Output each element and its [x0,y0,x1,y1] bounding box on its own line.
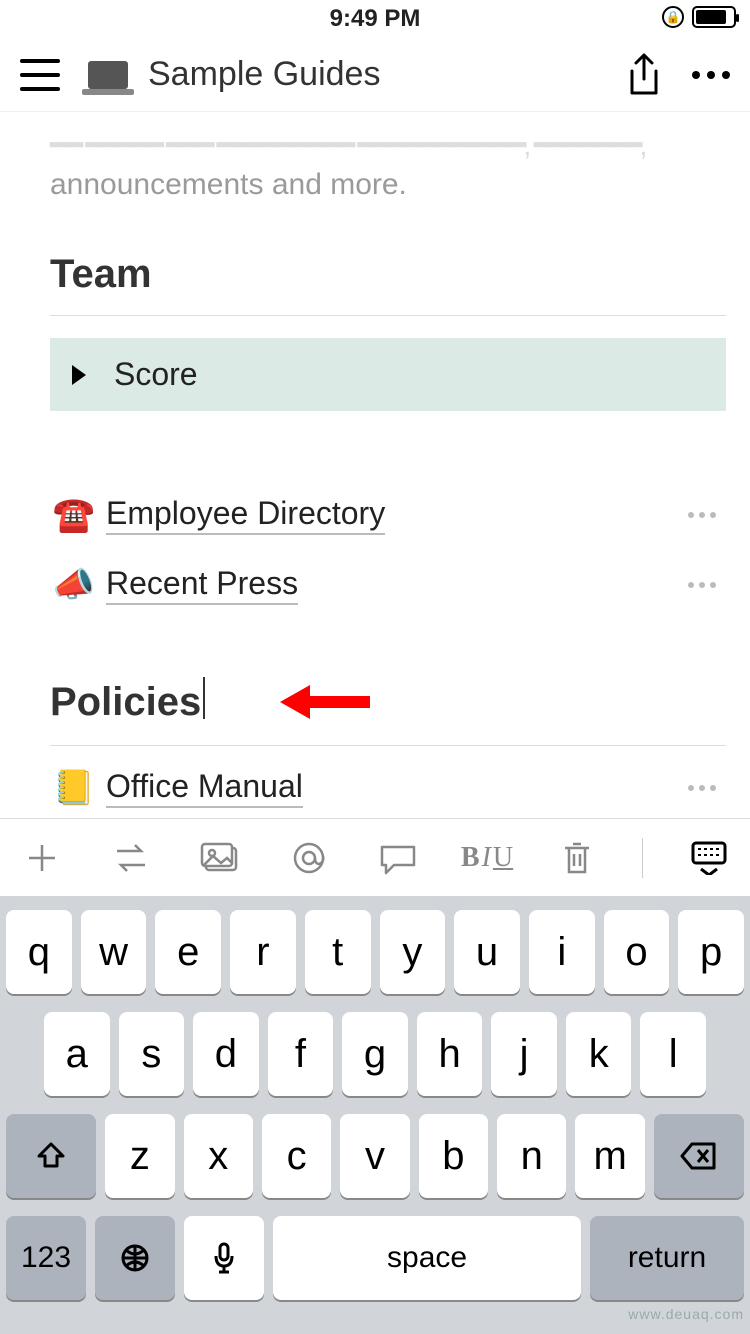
app-header: Sample Guides [0,38,750,112]
image-button[interactable] [196,841,243,875]
page-link-recent-press[interactable]: 📣 Recent Press [50,565,726,605]
menu-button[interactable] [20,59,60,91]
key-d[interactable]: d [193,1012,259,1096]
heading-policies-editing[interactable]: Policies [50,677,205,725]
key-s[interactable]: s [119,1012,185,1096]
intro-text[interactable]: ━━ ━━━━━ ━━━ ━━━━━━━━━ ━━━━━━━━━━━, ━━━━… [50,112,726,204]
keyboard-row-1: q w e r t y u i o p [6,910,744,994]
key-x[interactable]: x [184,1114,253,1198]
key-y[interactable]: y [380,910,446,994]
ios-keyboard: q w e r t y u i o p a s d f g h j k l z … [0,896,750,1334]
status-bar: 9:49 PM 🔒 [0,0,750,38]
divider [50,315,726,316]
text-style-button[interactable]: BIU [463,842,511,874]
toggle-score[interactable]: Score [50,338,726,411]
key-a[interactable]: a [44,1012,110,1096]
key-f[interactable]: f [268,1012,334,1096]
mention-button[interactable] [285,840,332,876]
megaphone-icon: 📣 [50,565,98,605]
shift-key[interactable] [6,1114,96,1198]
key-i[interactable]: i [529,910,595,994]
return-key[interactable]: return [590,1216,744,1300]
share-button[interactable] [624,51,664,99]
comment-button[interactable] [374,841,421,875]
key-h[interactable]: h [417,1012,483,1096]
add-block-button[interactable] [18,841,65,875]
key-p[interactable]: p [678,910,744,994]
delete-button[interactable] [553,840,600,876]
row-more-button[interactable] [688,785,716,791]
key-u[interactable]: u [454,910,520,994]
key-j[interactable]: j [491,1012,557,1096]
key-c[interactable]: c [262,1114,331,1198]
key-l[interactable]: l [640,1012,706,1096]
page-content: ━━ ━━━━━ ━━━ ━━━━━━━━━ ━━━━━━━━━━━, ━━━━… [0,112,750,808]
globe-key[interactable] [95,1216,175,1300]
key-r[interactable]: r [230,910,296,994]
dictation-key[interactable] [184,1216,264,1300]
battery-icon [692,6,736,28]
key-e[interactable]: e [155,910,221,994]
toggle-arrow-icon [72,365,86,385]
key-k[interactable]: k [566,1012,632,1096]
toolbar-separator [642,838,643,878]
backspace-key[interactable] [654,1114,744,1198]
key-o[interactable]: o [604,910,670,994]
editor-toolbar: BIU [0,818,750,896]
key-b[interactable]: b [419,1114,488,1198]
status-time: 9:49 PM [330,5,421,33]
more-button[interactable] [692,71,730,79]
space-key[interactable]: space [273,1216,581,1300]
key-m[interactable]: m [575,1114,644,1198]
key-g[interactable]: g [342,1012,408,1096]
key-z[interactable]: z [105,1114,174,1198]
row-more-button[interactable] [688,512,716,518]
toggle-label: Score [114,356,198,393]
page-title[interactable]: Sample Guides [148,55,624,94]
turn-into-button[interactable] [107,841,154,875]
numbers-key[interactable]: 123 [6,1216,86,1300]
page-link-employee-directory[interactable]: ☎️ Employee Directory [50,495,726,535]
key-v[interactable]: v [340,1114,409,1198]
key-w[interactable]: w [81,910,147,994]
annotation-arrow-icon [280,677,370,737]
row-more-button[interactable] [688,582,716,588]
keyboard-row-2: a s d f g h j k l [6,1012,744,1096]
key-q[interactable]: q [6,910,72,994]
divider [50,745,726,746]
watermark: www.deuaq.com [628,1306,744,1322]
rotation-lock-icon: 🔒 [662,6,684,28]
notebook-icon: 📒 [50,768,98,808]
page-icon-laptop[interactable] [88,61,128,89]
keyboard-row-4: 123 space return [6,1216,744,1300]
keyboard-row-3: z x c v b n m [6,1114,744,1198]
page-link-office-manual[interactable]: 📒 Office Manual [50,768,726,808]
dismiss-keyboard-button[interactable] [685,841,732,875]
heading-team[interactable]: Team [50,252,726,297]
key-t[interactable]: t [305,910,371,994]
text-cursor [203,677,205,719]
telephone-icon: ☎️ [50,495,98,535]
key-n[interactable]: n [497,1114,566,1198]
